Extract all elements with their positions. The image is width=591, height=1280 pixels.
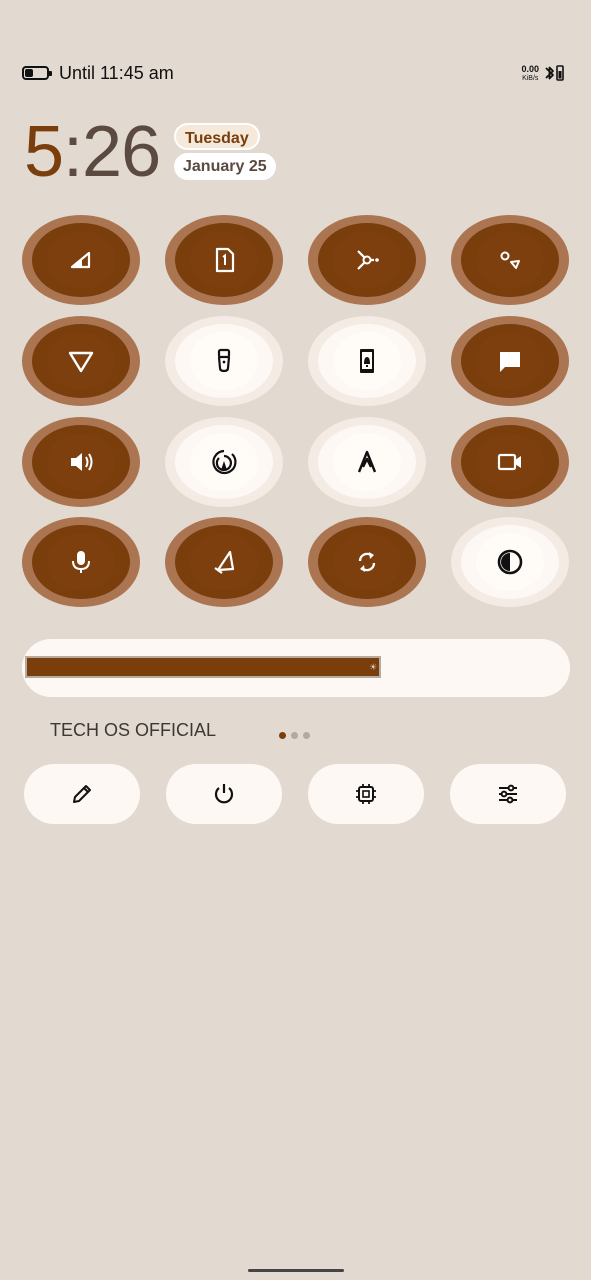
- date-chip[interactable]: January 25: [174, 153, 276, 180]
- vpn-tile[interactable]: [22, 316, 140, 406]
- page-dot: [291, 732, 298, 739]
- screen-record-tile[interactable]: [451, 417, 569, 507]
- flashlight-icon: [217, 348, 231, 373]
- chip-icon: [356, 784, 376, 804]
- network-speed-value: 0.00: [521, 64, 539, 74]
- brightness-slider-fill[interactable]: ☀: [25, 656, 382, 678]
- mobile-data-tile[interactable]: [22, 215, 140, 305]
- message-tile[interactable]: [451, 316, 569, 406]
- hotspot-tile[interactable]: [165, 417, 283, 507]
- clock-hour: 5: [24, 112, 64, 192]
- network-speed: 0.00 KiB/s: [521, 65, 539, 83]
- power-icon: [214, 784, 234, 804]
- message-icon: [500, 352, 520, 372]
- brand-label: TECH OS OFFICIAL: [50, 720, 217, 740]
- notification-tile[interactable]: [308, 316, 426, 406]
- sim-tile[interactable]: [165, 215, 283, 305]
- adaptive-tile[interactable]: [308, 417, 426, 507]
- bluetooth-battery-icon: [545, 65, 564, 81]
- shapes-icon: [500, 251, 520, 269]
- share-icon: [357, 250, 379, 270]
- clock[interactable]: 5:26: [24, 112, 161, 192]
- contrast-icon: [497, 549, 523, 575]
- edit-icon: [73, 785, 91, 803]
- bell-tile[interactable]: [165, 517, 283, 607]
- edit-button[interactable]: [24, 764, 140, 824]
- flashlight-tile[interactable]: [165, 316, 283, 406]
- microphone-icon: [72, 551, 90, 573]
- page-dot: [279, 732, 286, 739]
- caret-icon: [357, 450, 377, 473]
- status-bar: Until 11:45 am 0.00 KiB/s: [22, 60, 565, 88]
- page-dot: [303, 732, 310, 739]
- triangle-icon: [68, 351, 94, 373]
- ambient-tile[interactable]: [451, 215, 569, 305]
- battery-saver-text: Until 11:45 am: [59, 63, 174, 83]
- brightness-slider[interactable]: ☀: [22, 639, 570, 697]
- nfc-tile[interactable]: [308, 215, 426, 305]
- bell-icon: [214, 550, 235, 574]
- navigation-handle[interactable]: [248, 1269, 344, 1272]
- power-button[interactable]: [166, 764, 282, 824]
- contrast-tile[interactable]: [451, 517, 569, 607]
- network-speed-unit: KiB/s: [522, 75, 539, 82]
- clock-minutes: :26: [63, 112, 161, 192]
- sound-tile[interactable]: [22, 417, 140, 507]
- settings-button[interactable]: [450, 764, 566, 824]
- signal-icon: [70, 251, 91, 269]
- sim-card-icon: [215, 247, 235, 273]
- battery-icon: [22, 66, 52, 80]
- page-indicator: [279, 726, 315, 744]
- hotspot-icon: [212, 449, 237, 475]
- video-icon: [497, 453, 521, 471]
- sliders-icon: [499, 784, 517, 804]
- system-button[interactable]: [308, 764, 424, 824]
- mic-tile[interactable]: [22, 517, 140, 607]
- volume-icon: [71, 453, 93, 471]
- day-chip[interactable]: Tuesday: [174, 123, 260, 150]
- phone-bell-icon: [360, 349, 374, 373]
- sync-icon: [358, 552, 376, 572]
- rotate-tile[interactable]: [308, 517, 426, 607]
- brightness-icon: ☀: [369, 662, 378, 672]
